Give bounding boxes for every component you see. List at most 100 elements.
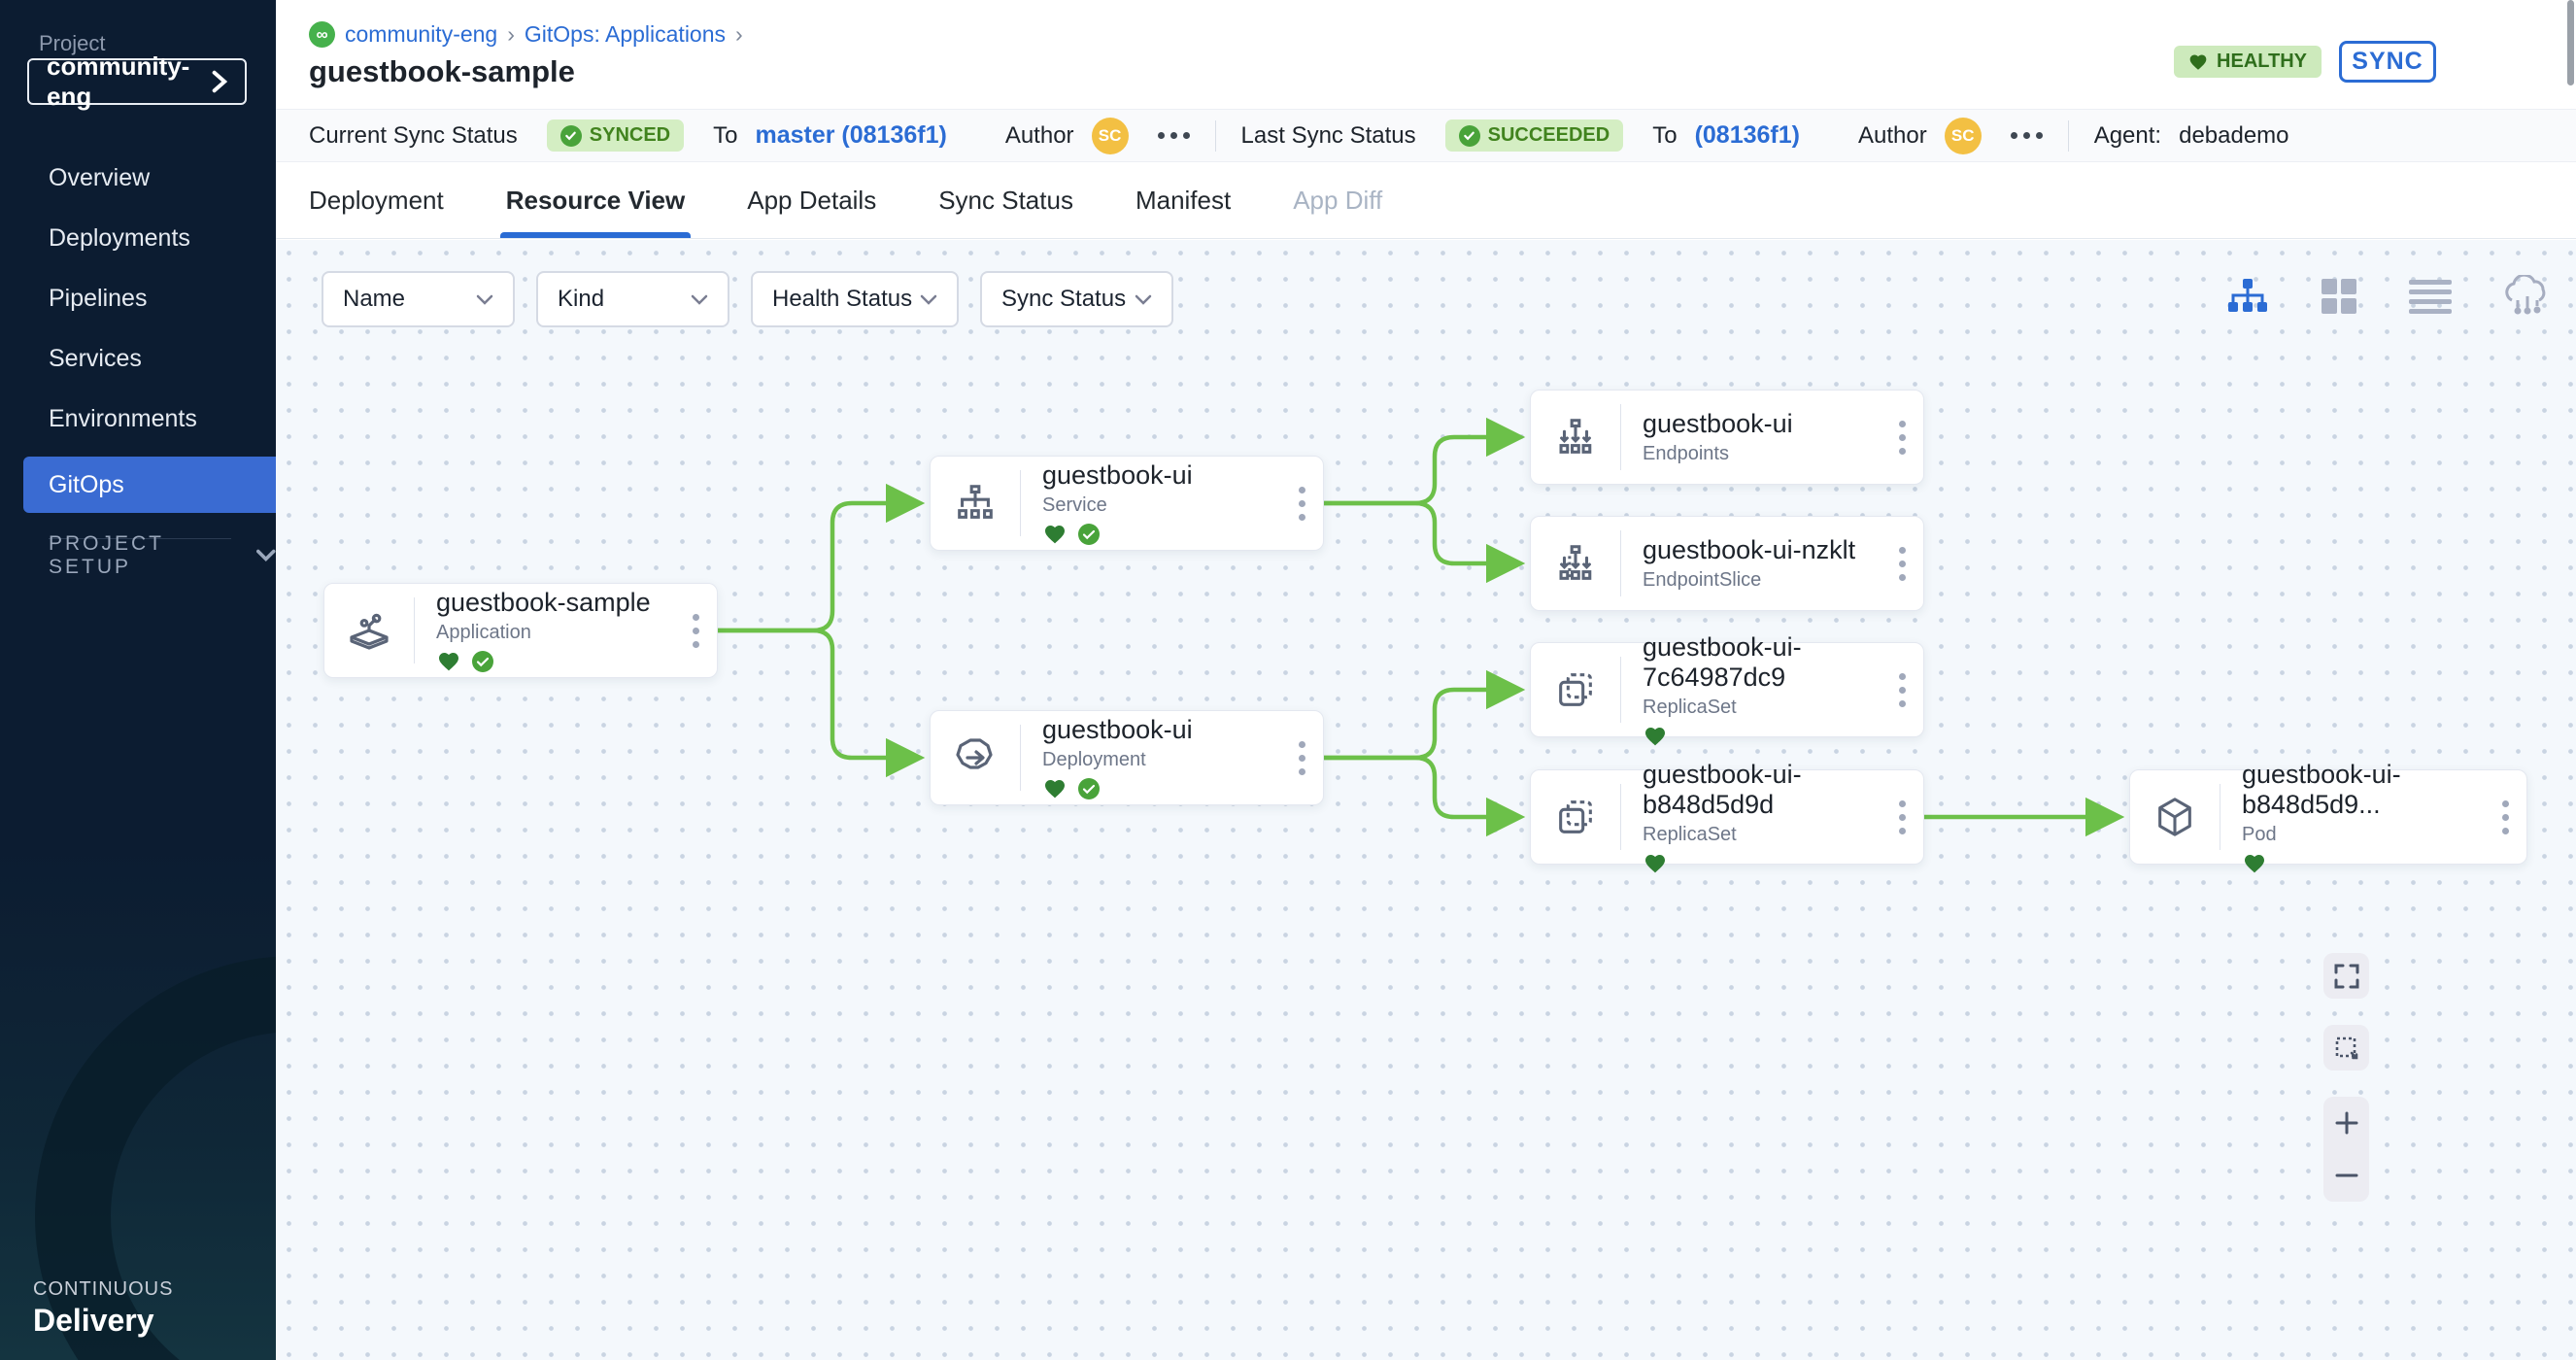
- node-title: guestbook-ui: [1042, 715, 1280, 745]
- sidebar-nav: Overview Deployments Pipelines Services …: [0, 148, 276, 539]
- breadcrumb-applications-link[interactable]: GitOps: Applications: [525, 21, 726, 48]
- commit-details-button[interactable]: [2011, 132, 2043, 139]
- page-title: guestbook-sample: [309, 54, 575, 89]
- node-menu-button[interactable]: [1881, 547, 1923, 581]
- tab-deployment[interactable]: Deployment: [309, 162, 444, 238]
- sync-button[interactable]: SYNC: [2339, 41, 2436, 83]
- resource-node-endpoints[interactable]: guestbook-ui Endpoints: [1530, 390, 1924, 485]
- health-badge-label: HEALTHY: [2217, 51, 2307, 73]
- project-name: community-eng: [47, 51, 212, 112]
- topology-view-icon[interactable]: [2502, 275, 2553, 318]
- node-title: guestbook-sample: [436, 588, 674, 618]
- tab-manifest[interactable]: Manifest: [1135, 162, 1231, 238]
- project-selector[interactable]: community-eng: [27, 58, 247, 105]
- tab-resource-view[interactable]: Resource View: [506, 162, 686, 238]
- vertical-scrollbar[interactable]: [2567, 0, 2574, 85]
- author-label: Author: [1005, 122, 1074, 150]
- agent-value: debademo: [2179, 122, 2288, 150]
- sidebar-item-gitops[interactable]: GitOps: [23, 457, 276, 513]
- zoom-out-button[interactable]: [2323, 1154, 2369, 1197]
- sidebar: Project community-eng Overview Deploymen…: [0, 0, 276, 1360]
- synced-check-icon: [1077, 777, 1101, 800]
- chevron-down-icon: [920, 294, 937, 305]
- sidebar-item-pipelines[interactable]: Pipelines: [0, 268, 276, 328]
- breadcrumb-project-link[interactable]: community-eng: [345, 21, 497, 48]
- node-menu-button[interactable]: [1881, 421, 1923, 455]
- health-status-filter-dropdown[interactable]: Health Status: [751, 271, 959, 327]
- current-revision-link[interactable]: master (08136f1): [755, 121, 946, 150]
- healthy-heart-icon: [1643, 725, 1668, 748]
- canvas-controls: [2323, 953, 2369, 1202]
- resource-node-deployment[interactable]: guestbook-ui Deployment: [930, 710, 1324, 805]
- healthy-heart-icon: [1042, 523, 1068, 546]
- node-menu-button[interactable]: [1280, 487, 1323, 521]
- sync-status-filter-dropdown[interactable]: Sync Status: [980, 271, 1173, 327]
- resource-graph-canvas[interactable]: Name Kind Health Status Sync Status: [276, 240, 2576, 1360]
- fullscreen-button[interactable]: [2323, 953, 2369, 999]
- chevron-right-icon: [212, 70, 227, 93]
- main-area: ∞ community-eng › GitOps: Applications ›…: [276, 0, 2576, 1360]
- succeeded-badge: SUCCEEDED: [1445, 119, 1624, 152]
- replicaset-icon: [1531, 667, 1620, 712]
- heart-icon: [2188, 52, 2208, 72]
- synced-check-icon: [1077, 523, 1101, 546]
- to-label: To: [713, 122, 737, 150]
- synced-check-icon: [471, 650, 494, 673]
- tab-app-details[interactable]: App Details: [747, 162, 876, 238]
- node-menu-button[interactable]: [674, 614, 717, 648]
- current-sync-status-label: Current Sync Status: [309, 122, 518, 150]
- fit-to-screen-button[interactable]: [2323, 1025, 2369, 1071]
- resource-node-endpointslice[interactable]: guestbook-ui-nzklt EndpointSlice: [1530, 516, 1924, 611]
- node-title: guestbook-ui-nzklt: [1643, 535, 1881, 565]
- node-kind: Endpoints: [1643, 443, 1881, 465]
- sidebar-item-environments[interactable]: Environments: [0, 389, 276, 449]
- node-menu-button[interactable]: [2484, 800, 2526, 834]
- breadcrumb-separator: ›: [735, 21, 743, 48]
- resource-node-replicaset-b848d5d9d[interactable]: guestbook-ui-b848d5d9d ReplicaSet: [1530, 769, 1924, 865]
- author-avatar[interactable]: SC: [1945, 118, 1982, 154]
- sidebar-item-overview[interactable]: Overview: [0, 148, 276, 208]
- project-setup-label: PROJECT SETUP: [49, 532, 231, 579]
- node-kind: ReplicaSet: [1643, 697, 1881, 719]
- sidebar-item-deployments[interactable]: Deployments: [0, 208, 276, 268]
- node-menu-button[interactable]: [1881, 673, 1923, 707]
- node-kind: Pod: [2242, 824, 2484, 846]
- grid-view-icon[interactable]: [2320, 277, 2358, 316]
- last-revision-link[interactable]: (08136f1): [1695, 121, 1800, 150]
- tab-sync-status[interactable]: Sync Status: [938, 162, 1073, 238]
- author-avatar[interactable]: SC: [1092, 118, 1129, 154]
- check-circle-icon: [560, 125, 582, 147]
- divider: [2068, 120, 2069, 152]
- node-kind: Deployment: [1042, 749, 1280, 771]
- node-menu-button[interactable]: [1881, 800, 1923, 834]
- node-menu-button[interactable]: [1280, 741, 1323, 775]
- filter-label: Sync Status: [1001, 286, 1126, 313]
- node-kind: Service: [1042, 494, 1280, 517]
- node-kind: Application: [436, 622, 674, 644]
- resource-node-replicaset-7c64987dc9[interactable]: guestbook-ui-7c64987dc9 ReplicaSet: [1530, 642, 1924, 737]
- sync-status-bar: Current Sync Status SYNCED To master (08…: [276, 109, 2576, 162]
- node-kind: ReplicaSet: [1643, 824, 1881, 846]
- endpoints-icon: [1531, 415, 1620, 459]
- resource-node-service[interactable]: guestbook-ui Service: [930, 456, 1324, 551]
- sidebar-item-services[interactable]: Services: [0, 328, 276, 389]
- kind-filter-dropdown[interactable]: Kind: [536, 271, 729, 327]
- breadcrumb-separator: ›: [507, 21, 515, 48]
- node-title: guestbook-ui: [1042, 460, 1280, 491]
- chevron-down-icon: [256, 549, 276, 562]
- commit-details-button[interactable]: [1158, 132, 1190, 139]
- node-title: guestbook-ui: [1643, 409, 1881, 439]
- node-title: guestbook-ui-b848d5d9...: [2242, 760, 2484, 820]
- endpointslice-icon: [1531, 541, 1620, 586]
- zoom-in-button[interactable]: [2323, 1102, 2369, 1144]
- view-mode-toggles: [2226, 275, 2527, 318]
- product-logo: CONTINUOUS Delivery: [33, 1278, 173, 1339]
- list-view-icon[interactable]: [2409, 279, 2452, 314]
- resource-node-pod[interactable]: guestbook-ui-b848d5d9... Pod: [2129, 769, 2527, 865]
- agent-label: Agent:: [2094, 122, 2161, 150]
- healthy-heart-icon: [1643, 852, 1668, 875]
- project-setup-toggle[interactable]: PROJECT SETUP: [49, 532, 276, 579]
- tree-view-icon[interactable]: [2226, 277, 2269, 316]
- name-filter-dropdown[interactable]: Name: [322, 271, 515, 327]
- resource-node-application[interactable]: guestbook-sample Application: [323, 583, 718, 678]
